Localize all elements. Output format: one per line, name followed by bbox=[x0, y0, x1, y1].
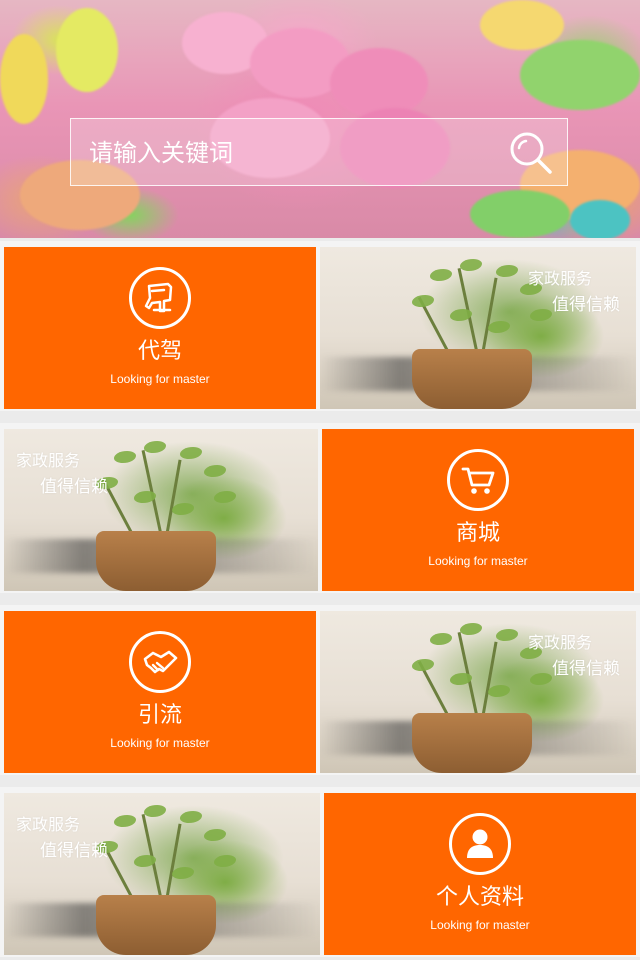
plant-pot-decoration bbox=[96, 895, 216, 955]
tile-title: 引流 bbox=[137, 703, 182, 728]
plant-leaf-decoration bbox=[204, 465, 226, 477]
promo-line-2: 值得信赖 bbox=[40, 477, 108, 497]
driver-seat-icon bbox=[129, 267, 191, 329]
candy-decoration bbox=[56, 8, 118, 92]
candy-decoration bbox=[470, 190, 570, 238]
plant-leaf-decoration bbox=[496, 265, 518, 277]
tile-row-4: 家政服务 值得信赖 个人资料 Looking for master bbox=[0, 787, 640, 957]
promo-line-1: 家政服务 bbox=[16, 815, 81, 834]
cart-icon bbox=[447, 449, 509, 511]
tile-row-3: 引流 Looking for master 家政服务 值得信赖 bbox=[0, 605, 640, 775]
plant-leaf-decoration bbox=[530, 673, 552, 685]
plant-leaf-decoration bbox=[180, 447, 202, 459]
tile-subtitle: Looking for master bbox=[110, 372, 210, 386]
plant-leaf-decoration bbox=[412, 295, 434, 307]
plant-leaf-decoration bbox=[488, 321, 510, 333]
tile-yinliu[interactable]: 引流 Looking for master bbox=[4, 611, 316, 773]
tile-title: 商城 bbox=[455, 521, 500, 546]
candy-decoration bbox=[0, 34, 48, 124]
tile-shangcheng[interactable]: 商城 Looking for master bbox=[322, 429, 634, 591]
hero-banner: 请输入关键词 bbox=[0, 0, 640, 238]
plant-leaf-decoration bbox=[144, 441, 166, 453]
user-icon bbox=[449, 813, 511, 875]
tile-title: 个人资料 bbox=[435, 885, 524, 910]
plant-leaf-decoration bbox=[214, 491, 236, 503]
promo-photo-tile[interactable]: 家政服务 值得信赖 bbox=[4, 793, 320, 955]
tile-subtitle: Looking for master bbox=[428, 554, 528, 568]
plant-leaf-decoration bbox=[214, 855, 236, 867]
promo-photo-tile[interactable]: 家政服务 值得信赖 bbox=[4, 429, 318, 591]
plant-leaf-decoration bbox=[204, 829, 226, 841]
plant-leaf-decoration bbox=[488, 685, 510, 697]
search-icon[interactable] bbox=[509, 131, 553, 175]
promo-line-1: 家政服务 bbox=[528, 269, 593, 288]
tile-subtitle: Looking for master bbox=[110, 736, 210, 750]
tile-profile[interactable]: 个人资料 Looking for master bbox=[324, 793, 636, 955]
candy-decoration bbox=[570, 200, 630, 238]
plant-leaf-decoration bbox=[144, 805, 166, 817]
plant-leaf-decoration bbox=[114, 815, 136, 827]
tile-row-1: 代驾 Looking for master 家政服务 值得信赖 bbox=[0, 241, 640, 411]
candy-decoration bbox=[520, 40, 640, 110]
plant-leaf-decoration bbox=[460, 259, 482, 271]
plant-leaf-decoration bbox=[430, 633, 452, 645]
promo-line-1: 家政服务 bbox=[528, 633, 593, 652]
plant-leaf-decoration bbox=[114, 451, 136, 463]
plant-pot-decoration bbox=[412, 713, 532, 773]
tile-row-2: 家政服务 值得信赖 商城 Looking for master bbox=[0, 423, 640, 593]
home-page: 请输入关键词 代驾 Looking for master 家政服务 值得信赖 家… bbox=[0, 0, 640, 960]
tile-subtitle: Looking for master bbox=[430, 918, 530, 932]
handshake-icon bbox=[129, 631, 191, 693]
promo-line-2: 值得信赖 bbox=[552, 659, 620, 679]
plant-leaf-decoration bbox=[172, 503, 194, 515]
promo-line-2: 值得信赖 bbox=[552, 295, 620, 315]
candy-decoration bbox=[480, 0, 564, 50]
plant-leaf-decoration bbox=[530, 309, 552, 321]
plant-leaf-decoration bbox=[180, 811, 202, 823]
plant-pot-decoration bbox=[96, 531, 216, 591]
promo-photo-tile[interactable]: 家政服务 值得信赖 bbox=[320, 247, 636, 409]
plant-leaf-decoration bbox=[172, 867, 194, 879]
plant-leaf-decoration bbox=[430, 269, 452, 281]
plant-pot-decoration bbox=[412, 349, 532, 409]
plant-leaf-decoration bbox=[412, 659, 434, 671]
promo-line-2: 值得信赖 bbox=[40, 841, 108, 861]
promo-line-1: 家政服务 bbox=[16, 451, 81, 470]
tile-title: 代驾 bbox=[137, 339, 182, 364]
promo-photo-tile[interactable]: 家政服务 值得信赖 bbox=[320, 611, 636, 773]
search-input[interactable]: 请输入关键词 bbox=[89, 138, 233, 168]
plant-leaf-decoration bbox=[460, 623, 482, 635]
tile-daijia[interactable]: 代驾 Looking for master bbox=[4, 247, 316, 409]
search-bar[interactable]: 请输入关键词 bbox=[70, 118, 568, 186]
plant-leaf-decoration bbox=[496, 629, 518, 641]
candy-decoration bbox=[330, 48, 428, 118]
